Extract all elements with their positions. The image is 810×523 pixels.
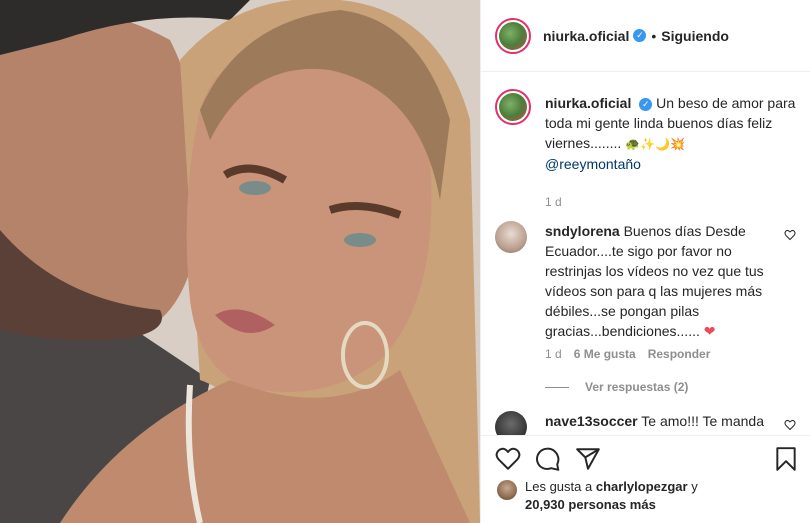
caption-time[interactable]: 1 d <box>545 195 562 209</box>
share-icon[interactable] <box>575 446 601 472</box>
comment-body: Te amo!!! Te manda <box>641 413 764 429</box>
verified-icon: ✓ <box>639 97 653 111</box>
author-avatar[interactable] <box>495 17 531 54</box>
likes-prefix: Les gusta a <box>525 479 593 494</box>
like-comment-heart-icon[interactable] <box>784 229 796 241</box>
commenter-avatar[interactable] <box>495 221 527 253</box>
comment-icon[interactable] <box>535 446 561 472</box>
comment-body: Buenos días Desde Ecuador....te sigo por… <box>545 223 764 339</box>
likes-text: Les gusta a charlylopezgar y 20,930 pers… <box>525 478 805 514</box>
post-photo-illustration <box>0 0 480 523</box>
likes-count[interactable]: 20,930 personas más <box>525 497 656 512</box>
comments-list[interactable]: niurka.oficial ✓ Un beso de amor para to… <box>481 73 810 435</box>
view-replies-label: Ver respuestas (2) <box>585 380 689 394</box>
post-side-panel: niurka.oficial ✓ • Siguiendo niurka.ofic… <box>480 0 810 523</box>
liker-avatar[interactable] <box>497 480 517 500</box>
comment-meta: 1 d 6 Me gusta Responder <box>545 347 710 361</box>
post-photo[interactable] <box>0 0 480 523</box>
comment-username[interactable]: sndylorena <box>545 223 620 239</box>
commenter-avatar[interactable] <box>495 411 527 435</box>
liker-username[interactable]: charlylopezgar <box>596 479 688 494</box>
header-separator: • <box>651 27 657 44</box>
replies-divider <box>545 386 569 388</box>
post-actions <box>481 435 810 483</box>
caption-emojis: 🐢✨🌙💥 <box>625 137 685 151</box>
caption-avatar[interactable] <box>495 89 531 125</box>
caption-text: niurka.oficial ✓ Un beso de amor para to… <box>545 93 805 174</box>
comment-text: sndylorena Buenos días Desde Ecuador....… <box>545 221 770 342</box>
red-heart-emoji: ❤ <box>703 324 716 340</box>
comment-text: nave13soccer Te amo!!! Te manda <box>545 411 770 431</box>
follow-button[interactable]: Siguiendo <box>661 28 729 44</box>
verified-icon: ✓ <box>633 29 647 42</box>
like-comment-heart-icon[interactable] <box>784 419 796 431</box>
comment-time[interactable]: 1 d <box>545 347 562 361</box>
comment-username[interactable]: nave13soccer <box>545 413 638 429</box>
heart-icon[interactable] <box>495 446 521 472</box>
post-header: niurka.oficial ✓ • Siguiendo <box>481 0 810 72</box>
comment-likes[interactable]: 6 Me gusta <box>574 347 636 361</box>
reply-button[interactable]: Responder <box>648 347 711 361</box>
caption-mention[interactable]: @reeymontaño <box>545 156 641 172</box>
view-replies[interactable]: Ver respuestas (2) <box>545 380 688 394</box>
caption-username[interactable]: niurka.oficial <box>545 95 631 111</box>
author-username[interactable]: niurka.oficial <box>543 28 629 44</box>
likes-conj: y <box>691 479 698 494</box>
bookmark-icon[interactable] <box>773 446 799 472</box>
